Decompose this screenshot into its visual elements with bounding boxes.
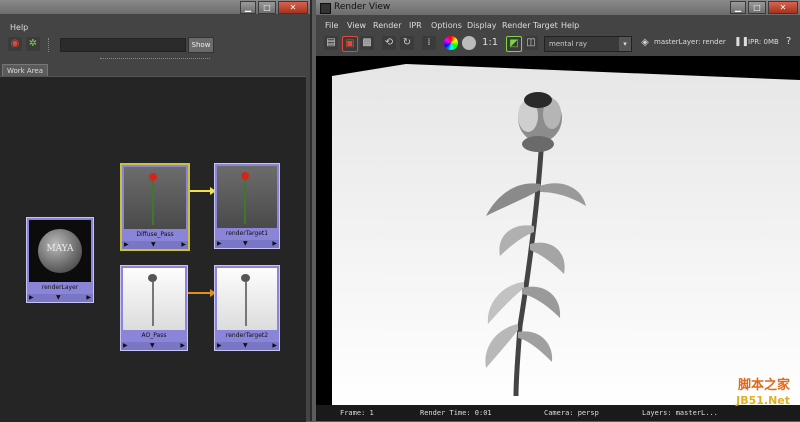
close-button[interactable]: ✕: [768, 1, 798, 14]
diffuse-pass-label: Diffuse_Pass: [136, 231, 174, 238]
node-controls[interactable]: ▶ ▼ ▶: [215, 240, 279, 248]
search-input[interactable]: [60, 38, 186, 52]
rose-bloom-icon: [149, 173, 157, 181]
remove-image-icon[interactable]: ◫: [524, 36, 538, 50]
render-target-1-label: renderTarget1: [225, 230, 269, 237]
hypershade-window: ▁ □ ✕ Help ◉ ✲ Show Work Area MAYA rende…: [0, 0, 312, 422]
menu-render-target[interactable]: Render Target: [502, 21, 558, 30]
channels-icon[interactable]: ⁞: [422, 36, 436, 50]
ipr-icon[interactable]: ⟲: [382, 36, 396, 50]
render-layer-thumbnail: MAYA: [29, 220, 91, 282]
app-icon: [320, 3, 331, 14]
window-title: Render View: [334, 2, 391, 12]
render-layer-select[interactable]: masterLayer: render: [654, 38, 726, 46]
graph-icon[interactable]: ✲: [26, 37, 40, 51]
menu-render[interactable]: Render: [373, 21, 401, 30]
left-menu-bar: Help: [0, 22, 310, 34]
rose-stem-icon: [152, 282, 154, 326]
minimize-button[interactable]: ▁: [730, 1, 746, 14]
menu-file[interactable]: File: [325, 21, 338, 30]
node-editor-canvas[interactable]: MAYA renderLayer ▶ ▼ ▶ Diffuse_Pass ▶ ▼ ▶ re…: [0, 76, 306, 422]
rose-sepal: [522, 136, 554, 152]
render-target-2-label: renderTarget2: [225, 332, 269, 339]
status-frame: Frame: 1: [340, 409, 374, 417]
render-status-bar: Frame: 1 Render Time: 0:01 Camera: persp…: [316, 405, 800, 421]
refresh-icon[interactable]: ↻: [400, 36, 414, 50]
renderer-select[interactable]: mental ray ▾: [544, 36, 632, 52]
node-controls[interactable]: ▶ ▼ ▶: [27, 294, 93, 302]
status-render-time: Render Time: 0:01: [420, 409, 492, 417]
maximize-button[interactable]: □: [258, 1, 276, 14]
rose-stem-icon: [245, 282, 247, 326]
left-title-bar: ▁ □ ✕: [0, 0, 310, 14]
help-icon[interactable]: ?: [786, 36, 791, 47]
alpha-channel-icon[interactable]: [462, 36, 476, 50]
status-camera: Camera: persp: [544, 409, 599, 417]
diffuse-thumbnail: [124, 167, 186, 229]
render-view-window: Render View ▁ □ ✕ File View Render IPR O…: [316, 0, 800, 421]
pane-splitter[interactable]: [100, 58, 210, 61]
node-controls[interactable]: ▶ ▼ ▶: [122, 241, 188, 249]
render-view-menu-bar: File View Render IPR Options Display Ren…: [316, 19, 800, 33]
close-button[interactable]: ✕: [278, 1, 308, 14]
maya-logo-text: MAYA: [46, 244, 74, 254]
menu-help[interactable]: Help: [10, 23, 28, 32]
node-render-layer[interactable]: MAYA renderLayer ▶ ▼ ▶: [26, 217, 94, 303]
ratio-button[interactable]: 1:1: [482, 37, 498, 48]
target2-thumbnail: [217, 268, 277, 330]
minimize-button[interactable]: ▁: [240, 1, 256, 14]
ipr-memory: IPR: 0MB: [748, 38, 779, 46]
render-image[interactable]: [316, 56, 800, 408]
toolbar-divider: [48, 38, 51, 52]
menu-ipr[interactable]: IPR: [409, 21, 422, 30]
keep-image-icon[interactable]: ◩: [506, 36, 522, 52]
rose-bloom-icon: [148, 274, 157, 282]
left-toolbar: ◉ ✲ Show: [0, 35, 310, 55]
node-diffuse-pass[interactable]: Diffuse_Pass ▶ ▼ ▶: [120, 163, 190, 251]
target1-thumbnail: [217, 166, 277, 228]
site-watermark: 脚本之家 JB51.Net: [736, 378, 790, 408]
watermark-line2: JB51.Net: [736, 394, 790, 407]
node-controls[interactable]: ▶ ▼ ▶: [121, 342, 187, 350]
render-layer-label: renderLayer: [41, 284, 79, 291]
chevron-down-icon[interactable]: ▾: [619, 37, 631, 51]
status-layers: Layers: masterL...: [642, 409, 718, 417]
ao-pass-label: AO_Pass: [141, 332, 167, 339]
node-controls[interactable]: ▶ ▼ ▶: [215, 342, 279, 350]
clapper-icon[interactable]: ▤: [324, 36, 338, 50]
rose-render: [332, 64, 800, 408]
pause-icon[interactable]: ❚❚: [734, 37, 749, 47]
menu-options[interactable]: Options: [431, 21, 462, 30]
rgb-channel-icon[interactable]: [444, 36, 458, 50]
render-view-title-bar: Render View ▁ □ ✕: [316, 0, 800, 15]
snapshot-icon[interactable]: ▩: [360, 36, 374, 50]
rose-stem-icon: [244, 180, 246, 224]
menu-display[interactable]: Display: [467, 21, 497, 30]
renderer-value: mental ray: [549, 40, 588, 48]
maximize-button[interactable]: □: [748, 1, 766, 14]
node-render-target-1[interactable]: renderTarget1 ▶ ▼ ▶: [214, 163, 280, 249]
rose-stem-icon: [152, 181, 154, 225]
rose-center: [524, 92, 552, 108]
layer-icon[interactable]: ◈: [638, 36, 652, 50]
node-render-target-2[interactable]: renderTarget2 ▶ ▼ ▶: [214, 265, 280, 351]
node-ao-pass[interactable]: AO_Pass ▶ ▼ ▶: [120, 265, 188, 351]
watermark-line1: 脚本之家: [737, 378, 790, 393]
menu-help[interactable]: Help: [561, 21, 579, 30]
menu-view[interactable]: View: [347, 21, 366, 30]
ao-thumbnail: [123, 268, 185, 330]
maya-logo-icon: MAYA: [38, 229, 82, 273]
record-icon[interactable]: ◉: [8, 37, 22, 51]
floor-plane: [332, 64, 800, 408]
render-region-icon[interactable]: ▣: [342, 36, 358, 52]
rose-bloom-icon: [241, 172, 249, 180]
rose-bloom-icon: [241, 274, 250, 282]
show-button[interactable]: Show: [188, 37, 214, 53]
